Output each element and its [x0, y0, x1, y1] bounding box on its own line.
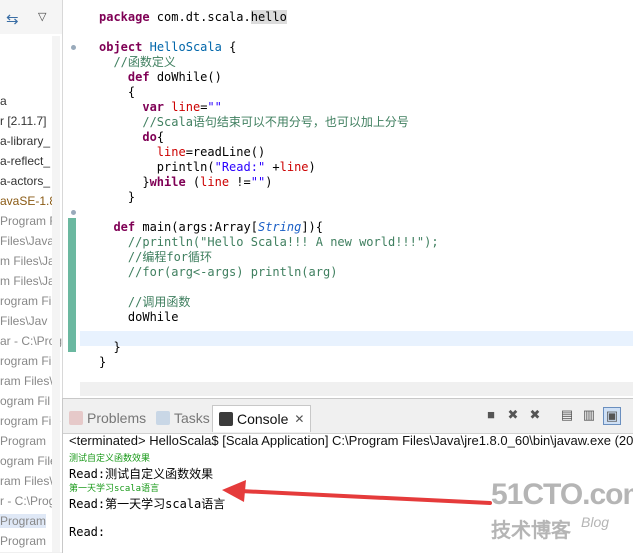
watermark-blog: Blog [581, 514, 610, 530]
watermark: 51CTO.com 技术博客 Blog [491, 478, 633, 542]
arrow-head [222, 480, 246, 502]
annotation-arrow [222, 480, 492, 505]
arrow-shaft [238, 489, 492, 505]
watermark-subtitle: 技术博客 [491, 520, 571, 542]
watermark-site: 51CTO.com [491, 478, 633, 511]
